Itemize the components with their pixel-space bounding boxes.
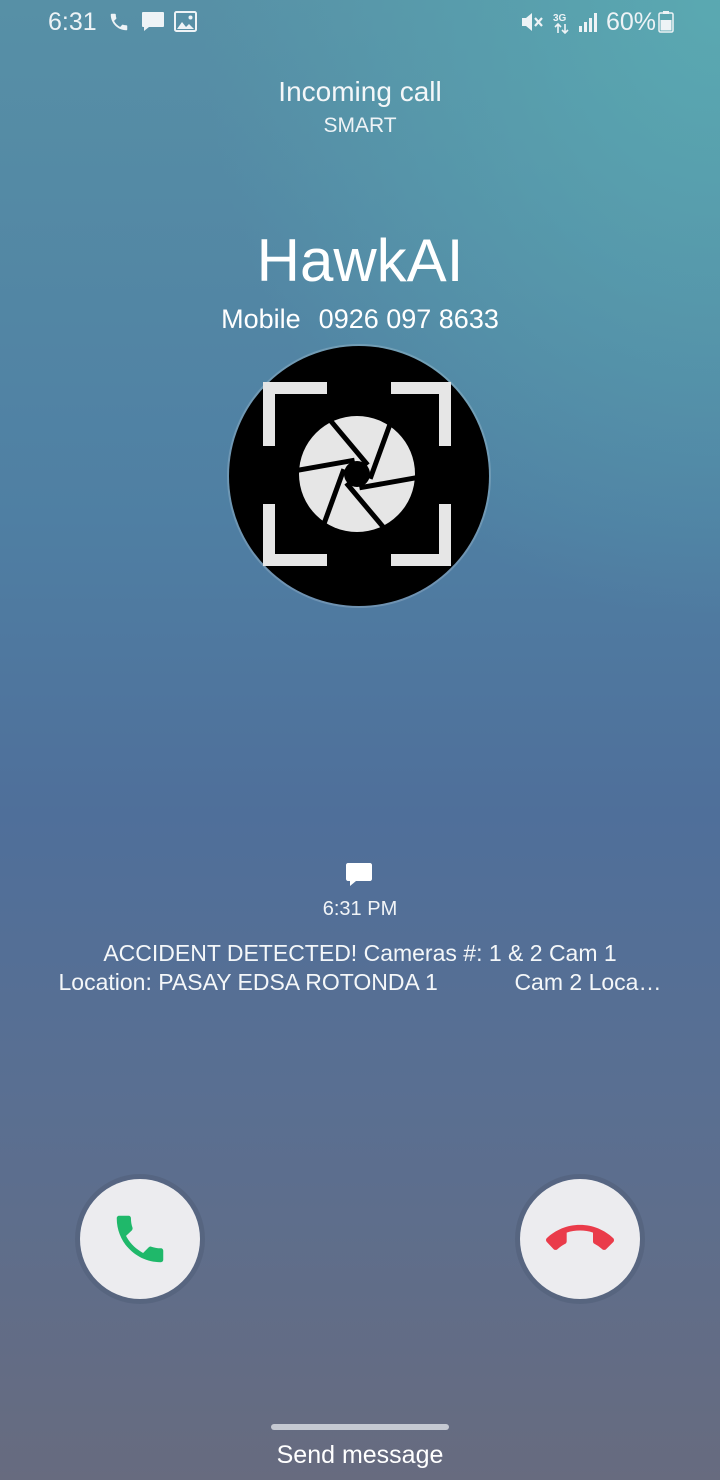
camera-aperture-logo-icon	[263, 382, 451, 566]
status-time: 6:31	[48, 8, 97, 36]
caller-name: HawkAI	[256, 227, 464, 294]
signal-icon	[579, 13, 597, 32]
caller-avatar	[229, 346, 489, 606]
battery-icon	[658, 11, 674, 33]
phone-hangup-icon	[546, 1224, 614, 1250]
accept-call-button[interactable]	[80, 1179, 200, 1299]
send-message-button[interactable]: Send message	[0, 1441, 720, 1470]
send-message-handle[interactable]	[271, 1424, 449, 1430]
battery-percent: 60%	[606, 8, 657, 36]
network-3g-icon: 3G	[553, 13, 569, 35]
call-status: Incoming call	[278, 76, 442, 107]
status-bar: 6:31 3G 60%	[0, 0, 720, 46]
phone-icon	[110, 13, 128, 31]
message-text-line-1: ACCIDENT DETECTED! Cameras #: 1 & 2 Cam …	[103, 940, 617, 966]
message-text-line-2: Location: PASAY EDSA ROTONDA 1 Cam 2 Loc…	[58, 969, 662, 995]
phone-icon	[116, 1215, 164, 1263]
message-icon	[346, 863, 372, 886]
message-time: 6:31 PM	[322, 898, 398, 920]
caller-number-line: Mobile 0926 097 8633	[0, 304, 720, 335]
gallery-icon	[174, 11, 197, 32]
caller-number: 0926 097 8633	[318, 304, 499, 334]
decline-call-button[interactable]	[520, 1179, 640, 1299]
message-icon	[142, 12, 164, 31]
carrier-name: SMART	[323, 114, 397, 137]
svg-text:3G: 3G	[553, 13, 567, 24]
mute-icon	[522, 13, 543, 31]
number-type: Mobile	[221, 304, 301, 334]
